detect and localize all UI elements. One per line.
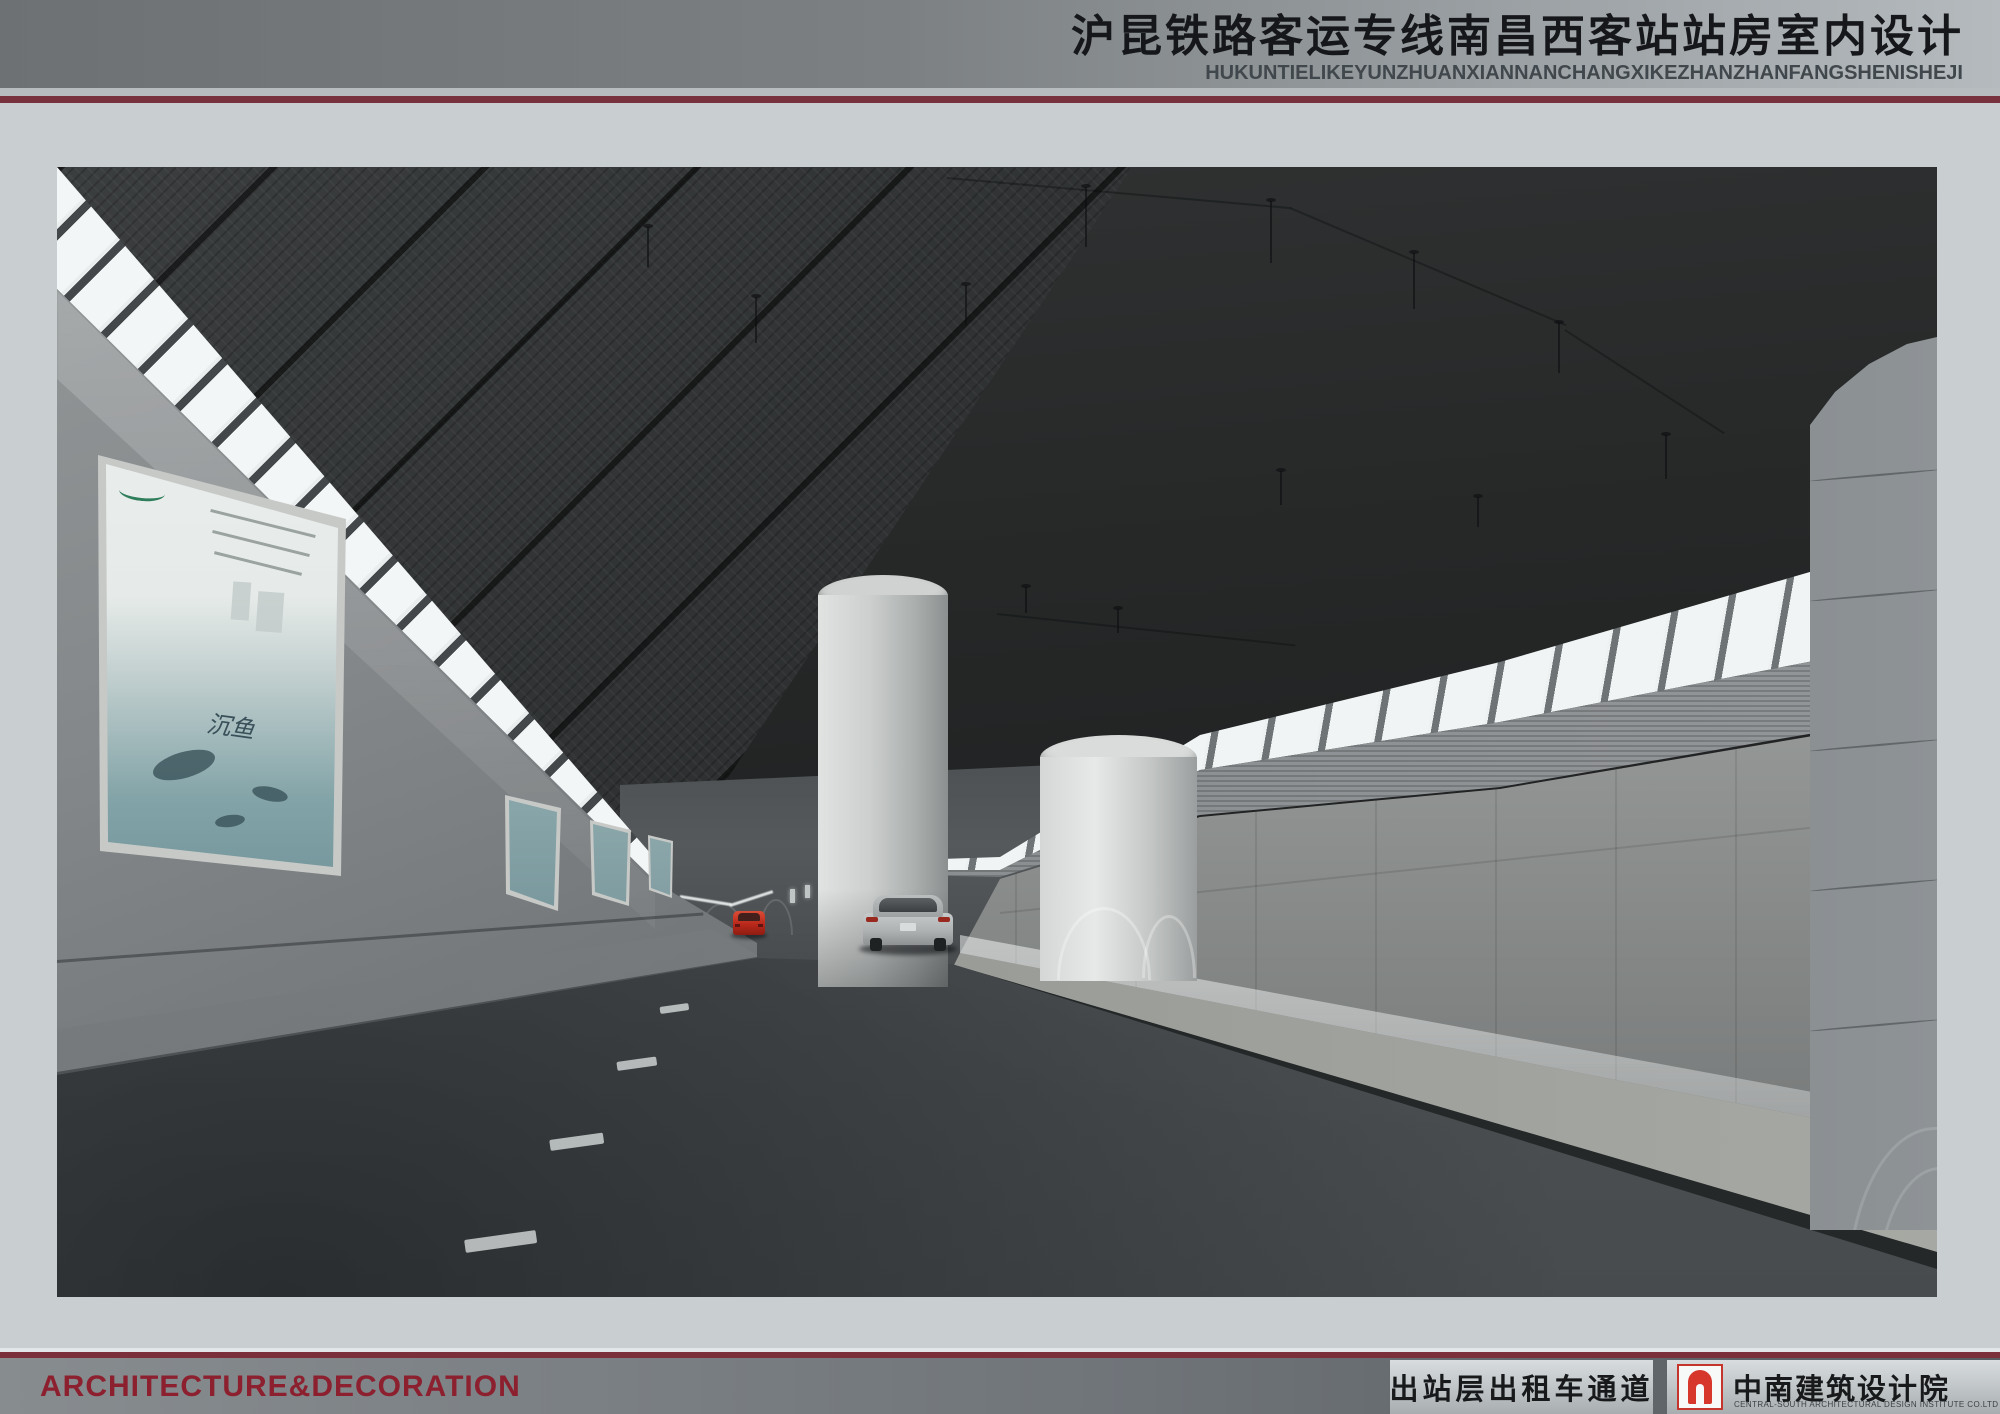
- ceiling-rod: [647, 227, 649, 267]
- lane-dash: [464, 1230, 537, 1253]
- header-light-divider: [0, 88, 2000, 96]
- institute-logo-glyph: [1688, 1370, 1712, 1404]
- ceiling-rod: [1558, 323, 1560, 373]
- ceiling-rod: [1477, 497, 1479, 527]
- poster-logo-swoosh: [118, 481, 166, 504]
- lane-dash: [616, 1056, 657, 1070]
- project-title-romanized: HUKUNTIELIKEYUNZHUANXIANNANCHANGXIKEZHAN…: [1205, 62, 1963, 85]
- car-license-plate: [900, 923, 916, 931]
- car-wheel: [870, 938, 882, 951]
- header-red-divider: [0, 96, 2000, 103]
- car-taillight: [866, 917, 878, 922]
- car-window: [738, 913, 760, 921]
- ceiling-rod: [1665, 435, 1667, 479]
- car-wheel: [934, 938, 946, 951]
- poster-text-line: [212, 530, 310, 557]
- far-lightbox-poster: [790, 889, 795, 903]
- column-seam: [1810, 739, 1937, 752]
- car-taillight: [938, 917, 950, 922]
- ceiling-rod: [1280, 471, 1282, 505]
- presentation-board: { "header": { "title_cn": "沪昆铁路客运专线南昌西客站…: [0, 0, 2000, 1414]
- red-car: [733, 907, 765, 939]
- poster-building: [256, 591, 285, 633]
- car-taillight: [735, 924, 740, 927]
- institute-panel: 中南建筑设计院 CENTRAL-SOUTH ARCHITECTURAL DESI…: [1667, 1360, 2000, 1414]
- lane-dash: [660, 1003, 690, 1014]
- ceiling-rod: [965, 285, 967, 325]
- poster-calligraphy: 沉鱼: [205, 704, 257, 745]
- ceiling-rod: [1413, 253, 1415, 309]
- poster-fish: [214, 813, 245, 829]
- poster-text-line: [214, 551, 302, 576]
- footer-bar: ARCHITECTURE&DECORATION 出站层出租车通道 中南建筑设计院…: [0, 1358, 2000, 1414]
- car-taillight: [758, 924, 763, 927]
- column-seam: [1810, 469, 1937, 482]
- poster-building: [231, 581, 252, 620]
- footer-series-label: ARCHITECTURE&DECORATION: [40, 1370, 521, 1404]
- drawing-caption: 出站层出租车通道: [1390, 1366, 1654, 1408]
- header-bar: 沪昆铁路客运专线南昌西客站站房室内设计 HUKUNTIELIKEYUNZHUAN…: [0, 0, 2000, 88]
- column-seam: [1810, 589, 1937, 602]
- ceiling-rod: [1270, 201, 1272, 263]
- drawing-caption-panel: 出站层出租车通道: [1390, 1360, 1653, 1414]
- ceiling-rod: [755, 297, 757, 343]
- poster-fish: [251, 783, 289, 804]
- lane-dash: [549, 1133, 604, 1151]
- column-seam: [1810, 1019, 1937, 1032]
- institute-name-english: CENTRAL-SOUTH ARCHITECTURAL DESIGN INSTI…: [1734, 1400, 1998, 1409]
- project-title-chinese: 沪昆铁路客运专线南昌西客站站房室内设计: [1071, 14, 1964, 60]
- rendering-image: 沉鱼: [57, 167, 1937, 1297]
- car-rear-window: [879, 898, 937, 912]
- ceiling-rod: [1025, 587, 1027, 613]
- silver-sedan-car: [863, 895, 953, 953]
- poster-fish: [150, 744, 219, 787]
- far-lightbox-poster: [805, 885, 810, 898]
- institute-logo: [1677, 1364, 1723, 1410]
- ceiling-rod: [1085, 187, 1087, 247]
- ceiling-rod: [1117, 609, 1119, 633]
- column-seam: [1810, 879, 1937, 892]
